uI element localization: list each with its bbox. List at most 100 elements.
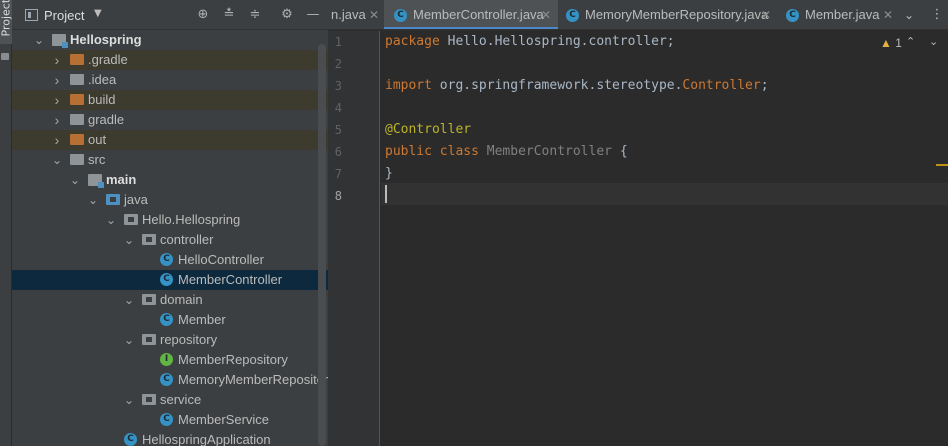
chevron-up-icon[interactable]: ⌃ [906, 35, 915, 48]
chevron-down-icon[interactable]: ⌄ [34, 30, 44, 50]
tree-row-service[interactable]: ⌄ service [12, 390, 328, 410]
module-folder-icon [52, 34, 68, 48]
tree-row-member[interactable]: C Member [12, 310, 328, 330]
class-icon: C [566, 9, 579, 22]
tree-row-membercontroller[interactable]: C MemberController [12, 270, 328, 290]
close-icon[interactable]: ✕ [883, 0, 893, 29]
tree-item-label: MemberController [178, 272, 283, 287]
tree-item-label: domain [160, 292, 203, 307]
expand-all-icon[interactable]: ≛ [220, 6, 238, 24]
project-tool-tab[interactable]: Project [0, 0, 13, 44]
chevron-down-icon[interactable]: ⌄ [900, 0, 918, 29]
tree-row-memorymemberrepository[interactable]: C MemoryMemberRepository [12, 370, 328, 390]
chevron-down-icon[interactable]: ⌄ [52, 150, 62, 170]
tree-row-gradle[interactable]: › .gradle [12, 50, 328, 70]
collapse-all-icon[interactable]: ≑ [246, 6, 264, 24]
folder-excluded-icon [70, 94, 84, 105]
class-icon: C [160, 373, 173, 386]
more-icon[interactable]: ⋮ [930, 0, 944, 29]
tree-row-hello-hellospring[interactable]: ⌄ Hello.Hellospring [12, 210, 328, 230]
folder-icon [70, 74, 84, 85]
line-number: 6 [334, 145, 342, 159]
project-view-selector[interactable]: Project [44, 8, 84, 23]
chevron-right-icon[interactable]: › [52, 130, 62, 150]
package-icon [142, 394, 156, 405]
chevron-down-icon[interactable]: ⌄ [106, 210, 116, 230]
package-icon [142, 234, 156, 245]
tree-row-controller[interactable]: ⌄ controller [12, 230, 328, 250]
tree-row-java[interactable]: ⌄ java [12, 190, 328, 210]
tree-item-label: out [88, 132, 107, 147]
gear-icon[interactable]: ⚙ [278, 6, 296, 24]
chevron-down-icon[interactable]: ⌄ [70, 170, 80, 190]
hide-panel-icon[interactable]: — [304, 6, 322, 24]
close-icon[interactable]: ✕ [541, 0, 551, 29]
chevron-right-icon[interactable]: › [52, 110, 62, 130]
tree-item-label: HellospringApplication [142, 432, 271, 446]
line-number: 1 [334, 35, 342, 49]
chevron-down-icon[interactable]: ⌄ [124, 290, 134, 310]
tree-item-label: Hello.Hellospring [142, 212, 241, 227]
tree-item-label: MemberRepository [178, 352, 288, 367]
warning-marker[interactable] [936, 164, 948, 166]
close-icon[interactable]: ✕ [369, 0, 379, 29]
tree-scrollbar[interactable] [318, 44, 326, 446]
tree-item-label: build [88, 92, 116, 107]
module-folder-icon [88, 174, 104, 188]
inspection-widget[interactable]: ▲ 1 [880, 36, 902, 50]
tree-row-memberrepository[interactable]: I MemberRepository [12, 350, 328, 370]
tree-row-hellospring[interactable]: ⌄ Hellospring [12, 30, 328, 50]
tree-row-hellocontroller[interactable]: C HelloController [12, 250, 328, 270]
chevron-down-icon[interactable]: ⌄ [124, 230, 134, 250]
code-line-7: } [385, 166, 393, 181]
semicolon: ; [760, 78, 769, 93]
tree-row-src[interactable]: ⌄ src [12, 150, 328, 170]
tree-row-memberservice[interactable]: C MemberService [12, 410, 328, 430]
keyword: public [385, 144, 432, 159]
project-tool-label: Project [0, 0, 13, 37]
keyword: import [385, 78, 432, 93]
caret-row-highlight [381, 183, 948, 205]
tab-member-controller[interactable]: C MemberController.java ✕ [384, 0, 558, 29]
class-icon: C [160, 313, 173, 326]
chevron-down-icon[interactable]: ⌄ [88, 190, 98, 210]
tree-row-repository[interactable]: ⌄ repository [12, 330, 328, 350]
tree-row-domain[interactable]: ⌄ domain [12, 290, 328, 310]
tab-partial-java[interactable]: n.java ✕ [328, 0, 384, 29]
tree-item-label: repository [160, 332, 218, 347]
chevron-right-icon[interactable]: › [52, 50, 62, 70]
tree-row-gradle[interactable]: › gradle [12, 110, 328, 130]
chevron-right-icon[interactable]: › [52, 90, 62, 110]
tree-item-label: .idea [88, 72, 117, 87]
tab-member[interactable]: C Member.java ✕ [778, 0, 898, 29]
folder-icon[interactable] [1, 53, 9, 60]
close-icon[interactable]: ✕ [761, 0, 771, 29]
tree-row-hellospringapplication[interactable]: C HellospringApplication [12, 430, 328, 446]
package-icon [142, 294, 156, 305]
import-path: org.springframework.stereotype. [431, 78, 683, 93]
code-editor[interactable]: package Hello.Hellospring.controller; im… [381, 31, 948, 446]
tool-window-stripe: Project [0, 0, 13, 446]
tree-item-label: controller [160, 232, 214, 247]
tree-row-idea[interactable]: › .idea [12, 70, 328, 90]
chevron-down-icon[interactable]: ⌄ [124, 390, 134, 410]
tree-row-main[interactable]: ⌄ main [12, 170, 328, 190]
line-number: 7 [334, 167, 342, 181]
tree-row-out[interactable]: › out [12, 130, 328, 150]
tree-row-build[interactable]: › build [12, 90, 328, 110]
chevron-down-icon[interactable]: ⌄ [124, 330, 134, 350]
folder-excluded-icon [70, 134, 84, 145]
tab-memory-member-repository[interactable]: C MemoryMemberRepository.java ✕ [558, 0, 778, 29]
tree-item-label: service [160, 392, 202, 407]
interface-icon: I [160, 353, 173, 366]
tab-label: n.java [331, 7, 366, 22]
class-icon: C [160, 273, 173, 286]
locate-icon[interactable]: ⊕ [194, 6, 212, 24]
class-name: MemberController [486, 144, 612, 159]
chevron-down-icon[interactable]: ⌄ [929, 35, 938, 48]
chevron-right-icon[interactable]: › [52, 70, 62, 90]
tree-item-label: java [124, 192, 148, 207]
tab-label: MemberController.java [413, 7, 544, 22]
tree-item-label: Member [178, 312, 226, 327]
chevron-down-icon[interactable]: ▼ [94, 8, 102, 19]
